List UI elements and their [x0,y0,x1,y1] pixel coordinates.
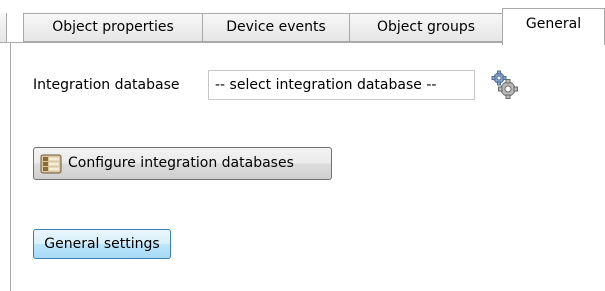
tab-strip: Object properties Device events Object g… [0,0,605,45]
integration-database-label: Integration database [33,77,180,93]
gears-icon[interactable] [490,70,520,100]
tab-object-groups[interactable]: Object groups [349,13,503,42]
configure-button-label: Configure integration databases [68,155,294,171]
tab-object-properties[interactable]: Object properties [23,13,203,42]
database-config-icon [40,154,62,174]
tab-general[interactable]: General [502,8,605,45]
general-settings-button[interactable]: General settings [33,229,171,259]
tab-device-events[interactable]: Device events [202,13,350,42]
tab-strip-edge [0,13,7,42]
window-root: Object properties Device events Object g… [0,0,605,291]
integration-database-select[interactable]: -- select integration database -- [208,70,475,100]
configure-integration-databases-button[interactable]: Configure integration databases [33,147,332,180]
